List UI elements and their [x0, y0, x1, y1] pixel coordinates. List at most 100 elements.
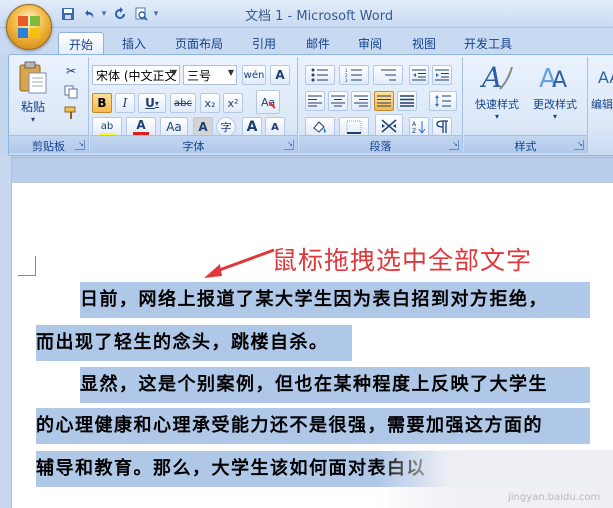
copy-icon[interactable]: [61, 82, 81, 102]
ruler-strip: [0, 157, 613, 183]
margin-mark-horizontal: [18, 275, 36, 276]
tab-developer[interactable]: 开发工具: [458, 32, 518, 54]
align-right-icon: [354, 95, 368, 107]
increase-indent-icon: [435, 69, 449, 81]
editing-button[interactable]: AA 编辑: [591, 61, 613, 112]
customize-qat-icon[interactable]: ▾: [152, 5, 160, 23]
multilevel-list-icon: [381, 69, 396, 81]
distributed-button[interactable]: [397, 91, 417, 111]
format-painter-icon[interactable]: [61, 103, 81, 123]
multilevel-list-button[interactable]: [373, 65, 403, 85]
title-bar: ▾ ▾ 文档 1 - Microsoft Word: [0, 0, 613, 28]
bold-button[interactable]: B: [92, 93, 112, 113]
justify-button[interactable]: [374, 91, 394, 111]
quick-styles-dropdown-icon[interactable]: ▾: [468, 112, 526, 121]
tab-review[interactable]: 审阅: [350, 32, 390, 54]
tab-home[interactable]: 开始: [58, 32, 104, 54]
character-shading-button[interactable]: A: [193, 117, 213, 137]
tab-page-layout[interactable]: 页面布局: [168, 32, 230, 54]
underline-button[interactable]: U ▾: [138, 93, 166, 113]
font-color-button[interactable]: A: [126, 117, 156, 137]
paste-dropdown-icon[interactable]: ▾: [15, 115, 51, 124]
editing-label: 编辑: [591, 98, 613, 111]
highlight-button[interactable]: ab: [92, 117, 122, 137]
clipboard-launcher-icon[interactable]: ↘: [75, 140, 85, 150]
font-size-combo[interactable]: 三号 ▼: [183, 65, 237, 85]
shrink-font-icon: A: [271, 121, 279, 133]
show-marks-button[interactable]: [432, 117, 452, 137]
ribbon: 粘贴 ▾ ✂ 剪贴板 ↘ 宋体 (中文正文 ▼ 三号 ▼ wén A B I U…: [8, 54, 613, 156]
paragraph-group: 123 A Z 段落 ↘: [299, 57, 463, 153]
font-name-combo[interactable]: 宋体 (中文正文 ▼: [92, 65, 180, 85]
quick-access-toolbar: ▾ ▾: [58, 5, 160, 23]
cut-icon[interactable]: ✂: [61, 61, 81, 81]
clear-formatting-button[interactable]: Aa: [256, 90, 280, 114]
numbering-button[interactable]: 123: [339, 65, 369, 85]
align-center-button[interactable]: [328, 91, 348, 111]
document-line-1[interactable]: 日前，网络上报道了某大学生因为表白招到对方拒绝，: [80, 282, 590, 318]
superscript-button[interactable]: x²: [223, 93, 243, 113]
office-logo-icon: [18, 16, 42, 40]
borders-button[interactable]: [339, 117, 369, 137]
underline-icon: U: [145, 96, 155, 110]
tab-insert[interactable]: 插入: [112, 32, 156, 54]
change-case-button[interactable]: Aa: [160, 117, 188, 137]
character-shading-icon: A: [198, 120, 208, 134]
grow-font-button[interactable]: A: [242, 117, 262, 137]
enclose-characters-button[interactable]: 字: [216, 117, 236, 137]
align-center-icon: [331, 95, 345, 107]
tab-mailings[interactable]: 邮件: [298, 32, 338, 54]
decrease-indent-button[interactable]: [409, 65, 429, 85]
quick-styles-label: 快速样式: [475, 98, 519, 111]
italic-button[interactable]: I: [115, 93, 135, 113]
distributed-icon: [400, 95, 414, 107]
underline-dropdown-icon[interactable]: ▾: [155, 99, 159, 108]
font-size-dropdown-icon[interactable]: ▼: [228, 68, 234, 77]
paste-label: 粘贴: [20, 100, 45, 114]
strikethrough-button[interactable]: abc: [170, 93, 196, 113]
change-styles-button[interactable]: AA 更改样式 ▾: [526, 61, 584, 121]
svg-text:AA: AA: [598, 68, 613, 87]
office-button[interactable]: [6, 4, 52, 50]
save-icon[interactable]: [58, 5, 77, 23]
subscript-button[interactable]: x₂: [200, 93, 220, 113]
paragraph-launcher-icon[interactable]: ↘: [449, 140, 459, 150]
align-left-button[interactable]: [305, 91, 325, 111]
chinese-layout-icon: [381, 119, 397, 133]
document-line-2[interactable]: 而出现了轻生的念头，跳楼自杀。: [36, 325, 352, 361]
document-line-3[interactable]: 显然，这是个别案例，但也在某种程度上反映了大学生: [80, 367, 590, 403]
undo-icon[interactable]: [79, 5, 98, 23]
superscript-icon: x²: [227, 96, 239, 110]
styles-launcher-icon[interactable]: ↘: [574, 140, 584, 150]
bullets-icon: [311, 68, 328, 82]
character-border-button[interactable]: A: [270, 65, 290, 85]
increase-indent-button[interactable]: [432, 65, 452, 85]
change-case-icon: Aa: [166, 120, 182, 134]
strikethrough-icon: abc: [174, 97, 192, 109]
sort-button[interactable]: AZ: [409, 117, 429, 137]
redo-icon[interactable]: [110, 5, 129, 23]
paste-button[interactable]: 粘贴 ▾: [15, 61, 51, 124]
tab-references[interactable]: 引用: [244, 32, 284, 54]
svg-text:A: A: [552, 68, 567, 93]
shading-button[interactable]: [305, 117, 335, 137]
print-preview-icon[interactable]: [131, 5, 150, 23]
line-spacing-button[interactable]: [429, 91, 457, 111]
font-name-value: 宋体 (中文正文: [96, 69, 177, 83]
shrink-font-button[interactable]: A: [265, 117, 285, 137]
subscript-icon: x₂: [204, 96, 216, 110]
clipboard-group: 粘贴 ▾ ✂ 剪贴板 ↘: [9, 57, 89, 153]
undo-dropdown-icon[interactable]: ▾: [100, 5, 108, 23]
annotation-arrow: [204, 248, 275, 278]
tab-view[interactable]: 视图: [404, 32, 444, 54]
phonetic-guide-button[interactable]: wén: [242, 65, 266, 85]
quick-styles-button[interactable]: A 快速样式 ▾: [468, 61, 526, 121]
margin-mark: [35, 256, 36, 276]
change-styles-dropdown-icon[interactable]: ▾: [526, 112, 584, 121]
font-launcher-icon[interactable]: ↘: [284, 140, 294, 150]
document-line-4[interactable]: 的心理健康和心理承受能力还不是很强，需要加强这方面的: [36, 408, 590, 444]
quick-styles-icon: A: [479, 61, 513, 94]
align-right-button[interactable]: [351, 91, 371, 111]
font-name-dropdown-icon[interactable]: ▼: [171, 68, 177, 77]
bullets-button[interactable]: [305, 65, 335, 85]
